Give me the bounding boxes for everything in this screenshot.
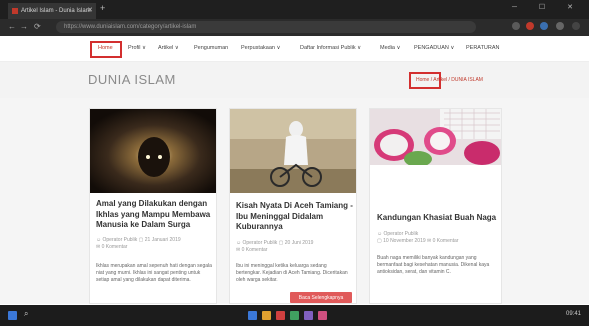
- comment-icon: ✉: [96, 244, 101, 250]
- start-icon[interactable]: [8, 311, 17, 320]
- app-icon[interactable]: [290, 311, 299, 320]
- app-icon[interactable]: [304, 311, 313, 320]
- card-excerpt: Buah naga memiliki banyak kandungan yang…: [377, 255, 490, 275]
- tab-close-icon[interactable]: ✕: [87, 6, 93, 14]
- author-icon: ☺: [377, 231, 383, 237]
- nav-item-perpustakaan[interactable]: Perpustakaan ∨: [241, 45, 281, 51]
- nav-item-pengaduan[interactable]: PENGADUAN ∨: [414, 45, 454, 51]
- card-title[interactable]: Amal yang Dilakukan dengan Ikhlas yang M…: [96, 199, 214, 231]
- card-image-dragon-fruit: [370, 109, 501, 167]
- profile-avatar[interactable]: [556, 22, 564, 30]
- extension-icon[interactable]: [526, 22, 534, 30]
- nav-item-pengumuman[interactable]: Pengumuman: [194, 45, 228, 51]
- card-author: Operator Publik: [383, 231, 419, 237]
- calendar-icon: ▢: [138, 237, 144, 243]
- nav-item-informasi-publik[interactable]: Daftar Informasi Publik ∨: [300, 45, 361, 51]
- card-title[interactable]: Kisah Nyata Di Aceh Tamiang - Ibu Mening…: [236, 201, 354, 233]
- address-url: https://www.duniaislam.com/category/arti…: [64, 24, 197, 30]
- calendar-icon: ▢: [377, 238, 382, 244]
- card-excerpt: Ibu ini meninggal ketika keluarga sedang…: [236, 263, 348, 283]
- reload-button[interactable]: ⟳: [34, 22, 41, 31]
- new-tab-button[interactable]: +: [100, 3, 105, 13]
- os-taskbar: ⌕ 09:41: [0, 305, 589, 326]
- address-bar[interactable]: https://www.duniaislam.com/category/arti…: [56, 21, 476, 33]
- tab-title: Artikel Islam - Dunia Islam: [21, 8, 91, 14]
- card-author: Operator Publik: [242, 240, 278, 246]
- card-date: 21 Januari 2019: [144, 237, 181, 243]
- app-icon[interactable]: [248, 311, 257, 320]
- article-card[interactable]: Kisah Nyata Di Aceh Tamiang - Ibu Mening…: [229, 108, 357, 304]
- card-comments[interactable]: 0 Komentar: [242, 247, 268, 253]
- nav-item-peraturan[interactable]: PERATURAN: [466, 45, 500, 51]
- system-clock[interactable]: 09:41: [566, 311, 581, 317]
- card-excerpt: Ikhlas merupakan amal sepenuh hati denga…: [96, 263, 212, 283]
- card-meta: ☺ Operator Publik ▢ 21 Januari 2019 ✉ 0 …: [96, 237, 214, 251]
- calendar-icon: ▢: [278, 240, 284, 246]
- comment-icon: ✉: [236, 247, 241, 253]
- article-card[interactable]: Amal yang Dilakukan dengan Ikhlas yang M…: [89, 108, 217, 304]
- card-date: 10 November 2019: [383, 238, 426, 244]
- card-date: 20 Juni 2019: [284, 240, 314, 246]
- app-icon[interactable]: [318, 311, 327, 320]
- card-image-woman-bicycle: [230, 109, 356, 193]
- page-title: DUNIA ISLAM: [88, 72, 176, 87]
- extension-icon[interactable]: [540, 22, 548, 30]
- card-meta: ☺ Operator Publik ▢ 20 Juni 2019 ✉ 0 Kom…: [236, 240, 354, 254]
- browser-toolbar: ← → ⟳ https://www.duniaislam.com/categor…: [0, 19, 589, 36]
- author-icon: ☺: [96, 237, 102, 243]
- card-image-tunnel: [90, 109, 216, 193]
- page-header: DUNIA ISLAM Home / Artikel / DUNIA ISLAM: [0, 62, 589, 98]
- site-navbar: Home Profil ∨ Artikel ∨ Pengumuman Perpu…: [0, 36, 589, 62]
- author-icon: ☺: [236, 240, 242, 246]
- highlight-box-breadcrumb: [409, 72, 441, 89]
- card-comments[interactable]: 0 Komentar: [433, 238, 459, 244]
- card-comments[interactable]: 0 Komentar: [102, 244, 128, 250]
- card-meta: ☺ Operator Publik ▢ 10 November 2019 ✉ 0…: [377, 231, 499, 245]
- article-card[interactable]: Kandungan Khasiat Buah Naga ☺ Operator P…: [369, 108, 502, 304]
- highlight-box-home: [90, 41, 122, 58]
- search-icon[interactable]: ⌕: [24, 309, 33, 318]
- browser-tab[interactable]: Artikel Islam - Dunia Islam ✕: [8, 3, 96, 19]
- nav-item-artikel[interactable]: Artikel ∨: [158, 45, 179, 51]
- read-more-button[interactable]: Baca Selengkapnya: [290, 292, 352, 303]
- nav-item-profil[interactable]: Profil ∨: [128, 45, 146, 51]
- app-icon[interactable]: [276, 311, 285, 320]
- favicon-icon: [12, 8, 18, 14]
- window-controls[interactable]: ─ ☐ ✕: [512, 3, 583, 11]
- back-button[interactable]: ←: [8, 22, 16, 31]
- menu-icon[interactable]: [572, 22, 580, 30]
- forward-button[interactable]: →: [20, 22, 28, 31]
- comment-icon: ✉: [427, 238, 432, 244]
- card-title[interactable]: Kandungan Khasiat Buah Naga: [377, 213, 499, 224]
- extension-icon[interactable]: [512, 22, 520, 30]
- browser-tabbar: Artikel Islam - Dunia Islam ✕ + ─ ☐ ✕: [0, 0, 589, 19]
- app-icon[interactable]: [262, 311, 271, 320]
- nav-item-media[interactable]: Media ∨: [380, 45, 401, 51]
- card-author: Operator Publik: [102, 237, 138, 243]
